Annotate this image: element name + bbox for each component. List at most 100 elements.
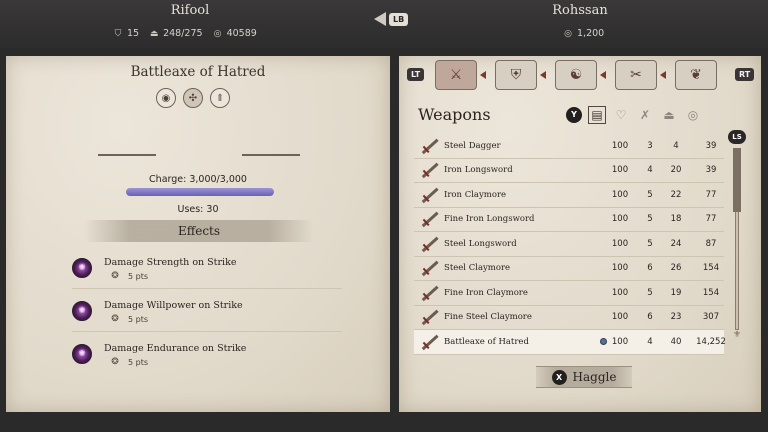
weapon-row-selected[interactable]: Battleaxe of Hatred 100 4 40 14,252 [414,330,726,355]
item-property-icons: ◉ ✣ ⇑ [156,88,230,108]
ls-badge: LS [728,130,746,144]
item-detail-panel: Battleaxe of Hatred Charge: 3,000/3,000 … [6,56,390,412]
merchant-name: Rohssan [552,3,608,18]
weapon-value: 14,252 [696,336,726,347]
weapon-name: Steel Claymore [444,263,511,274]
lt-badge[interactable]: LT [407,68,425,81]
sort-button[interactable]: Y [566,107,582,123]
effect-item[interactable]: ✺ Damage Willpower on Strike ❂ 5 pts [72,297,342,333]
lb-badge: LB [389,12,409,26]
weapon-weight: 6 [647,263,653,274]
tab-clothing[interactable]: ☯ [555,60,597,90]
scrollbar-thumb[interactable] [733,148,741,212]
weapon-row[interactable]: Steel Longsword 100 5 24 87 [414,232,724,257]
weapon-damage: 19 [670,287,682,298]
rt-badge[interactable]: RT [735,68,755,81]
sword-icon [418,233,440,255]
effects-header: Effects [84,220,314,242]
weapon-condition: 100 [611,287,629,298]
magic-effect-icon: ✺ [72,301,92,321]
tab-misc[interactable]: ❦ [675,60,717,90]
sword-icon [418,208,440,230]
claymore-icon [418,257,440,279]
weapon-row[interactable]: Fine Iron Longsword 100 5 18 77 [414,208,724,232]
weapon-weight: 6 [647,312,653,323]
weapon-damage: 4 [673,140,679,151]
battleaxe-icon [418,331,440,353]
tab-weapons[interactable]: ⚔ [435,60,477,90]
weapon-name: Steel Dagger [444,140,501,151]
weapon-condition: 100 [611,165,629,176]
haggle-button[interactable]: X Haggle [536,366,632,388]
weapon-value: 77 [705,189,717,200]
charge-label: Charge: 3,000/3,000 [149,174,247,185]
weapon-value: 307 [702,312,720,323]
weapon-name: Fine Iron Claymore [444,287,528,298]
tab-arrow-icon [600,71,606,79]
dagger-icon [418,135,440,157]
magic-effect-icon: ✺ [72,344,92,364]
enchantment-icon[interactable]: ✣ [183,88,203,108]
sort-damage-icon[interactable]: ✗ [636,106,654,124]
effect-magnitude: ❂ 5 pts [111,314,149,324]
magnitude-icon: ❂ [111,271,119,281]
player-gold-stat: ◎ 40589 [213,28,257,39]
weight-icon: ⏏ [149,28,159,39]
weapon-weight: 5 [647,287,653,298]
weapon-row[interactable]: Iron Claymore 100 5 22 77 [414,183,724,208]
weapon-name: Fine Iron Longsword [444,214,535,225]
merchant-gold-stat: ◎ 1,200 [564,28,605,39]
effect-item[interactable]: ✺ Damage Strength on Strike ❂ 5 pts [72,254,342,290]
charge-bar [126,188,274,196]
sort-health-icon[interactable]: ♡ [612,106,630,124]
top-bar: Rifool ⛉ 15 ⏏ 248/275 ◎ 40589 LB Rohssan ◎ 1… [0,0,768,48]
sort-controls: Y ▤ ♡ ✗ ⏏ ◎ [566,106,702,124]
weapon-damage: 18 [670,214,682,225]
weapon-value: 154 [702,263,720,274]
tab-armor[interactable]: ⛨ [495,60,537,90]
weapon-row[interactable]: Fine Steel Claymore 100 6 23 307 [414,306,724,330]
weapon-weight: 5 [647,214,653,225]
upgrade-icon[interactable]: ⇑ [210,88,230,108]
weapon-value: 87 [705,238,717,249]
weapon-row[interactable]: Steel Dagger 100 3 4 39 [414,134,724,159]
weapon-condition: 100 [611,140,629,151]
sort-value-icon[interactable]: ◎ [684,106,702,124]
weapon-row[interactable]: Fine Iron Claymore 100 5 19 154 [414,281,724,306]
tab-tools[interactable]: ✂ [615,60,657,90]
weapon-weight: 5 [647,238,653,249]
scroll-end-icon: ⚜ [732,330,742,340]
magnitude-icon: ❂ [111,314,119,324]
tab-arrow-icon [660,71,666,79]
switch-side-button[interactable]: LB [374,12,409,26]
weapon-weight: 5 [647,189,653,200]
weapon-weight: 4 [647,336,653,347]
weapon-name: Fine Steel Claymore [444,312,532,323]
weapon-row[interactable]: Iron Longsword 100 4 20 39 [414,159,724,183]
effect-name: Damage Willpower on Strike [104,300,243,311]
eye-icon[interactable]: ◉ [156,88,176,108]
uses-label: Uses: 30 [177,204,219,215]
weapon-condition: 100 [611,238,629,249]
item-title: Battleaxe of Hatred [130,64,266,80]
sort-weight-icon[interactable]: ⏏ [660,106,678,124]
weapon-condition: 100 [611,214,629,225]
effect-item[interactable]: ✺ Damage Endurance on Strike ❂ 5 pts [72,340,342,376]
weapon-damage: 20 [670,165,682,176]
category-title: Weapons [418,105,491,124]
sort-condition-icon[interactable]: ▤ [588,106,606,124]
weapon-value: 77 [705,214,717,225]
effect-magnitude: ❂ 5 pts [111,271,149,281]
claymore-icon [418,184,440,206]
sword-icon [418,159,440,181]
magic-effect-icon: ✺ [72,258,92,278]
player-level-stat: ⛉ 15 [114,28,140,39]
divider [72,288,342,289]
weapon-weight: 3 [647,140,653,151]
tab-arrow-icon [540,71,546,79]
weapon-name: Iron Claymore [444,189,507,200]
weapon-row[interactable]: Steel Claymore 100 6 26 154 [414,257,724,281]
weapon-value: 39 [705,140,717,151]
claymore-icon [418,306,440,328]
player-name: Rifool [170,3,210,18]
